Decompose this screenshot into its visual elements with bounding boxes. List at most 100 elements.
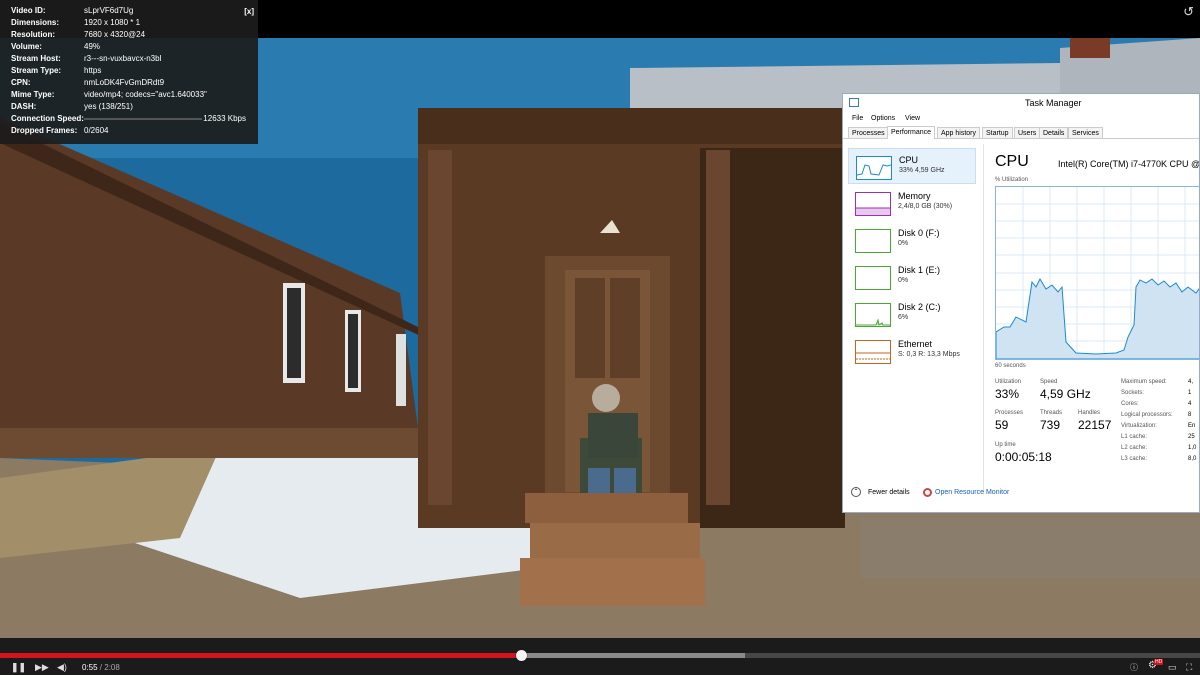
stats-key: Video ID: xyxy=(11,6,46,15)
stats-row: Stream Host: r3---sn-vuxbavcx-n3bl xyxy=(11,53,252,65)
stats-key: Dimensions: xyxy=(11,18,60,27)
stat-value: 22157 xyxy=(1078,418,1112,432)
spec-row: Sockets: 1 xyxy=(1121,390,1191,396)
cpu-heading: CPU xyxy=(995,153,1029,170)
spec-value: 8,0 xyxy=(1188,456,1197,462)
resource-name: Disk 1 (E:) xyxy=(898,265,941,275)
stats-value: nmLoDK4FvGmDRdt9 xyxy=(84,78,165,87)
info-icon[interactable]: ⓘ xyxy=(1130,662,1138,673)
stats-value: yes (138/251) xyxy=(84,102,133,111)
stats-value: sLprVF6d7Ug xyxy=(84,6,134,15)
fullscreen-icon[interactable]: ⛶ xyxy=(1186,662,1192,673)
spec-key: L2 cache: xyxy=(1121,445,1148,451)
stats-row: Connection Speed: 12633 Kbps xyxy=(11,113,252,125)
resource-value: 0% xyxy=(898,240,909,247)
stat-value: 0:00:05:18 xyxy=(995,450,1052,464)
resource-disk-2[interactable]: Disk 2 (C:) 6% xyxy=(848,296,976,332)
open-resource-monitor-link[interactable]: Open Resource Monitor xyxy=(935,489,1009,496)
stats-value: 49% xyxy=(84,42,101,51)
spec-row: Logical processors: 8 xyxy=(1121,412,1191,418)
tab-details[interactable]: Details xyxy=(1039,127,1069,138)
tab-users[interactable]: Users xyxy=(1014,127,1041,138)
resource-disk-0[interactable]: Disk 0 (F:) 0% xyxy=(848,222,976,258)
total-time: 2:08 xyxy=(104,663,120,672)
menu-options[interactable]: Options xyxy=(871,115,895,122)
resource-name: Disk 2 (C:) xyxy=(898,302,941,312)
stat-label: Up time xyxy=(995,442,1016,448)
theater-mode-icon[interactable]: ▭ xyxy=(1168,662,1177,673)
spec-key: Logical processors: xyxy=(1121,412,1173,418)
current-time: 0:55 xyxy=(82,663,98,672)
stats-row: CPN: nmLoDK4FvGmDRdt9 xyxy=(11,77,252,89)
resource-disk-1[interactable]: Disk 1 (E:) 0% xyxy=(848,259,976,295)
stats-row: Dimensions: 1920 x 1080 * 1 xyxy=(11,17,252,29)
resource-cpu[interactable]: CPU 33% 4,59 GHz xyxy=(848,148,976,184)
stats-row: Mime Type: video/mp4; codecs="avc1.640033… xyxy=(11,89,252,101)
stats-row: DASH: yes (138/251) xyxy=(11,101,252,113)
task-manager-footer: ⌃ Fewer details Open Resource Monitor xyxy=(843,482,1199,506)
stats-value: 1920 x 1080 * 1 xyxy=(84,18,141,27)
spec-row: Cores: 4 xyxy=(1121,401,1191,407)
tab-app-history[interactable]: App history xyxy=(937,127,981,138)
menu-view[interactable]: View xyxy=(905,115,920,122)
stats-row: Dropped Frames: 0/2604 xyxy=(11,125,252,137)
volume-icon[interactable]: ◀) xyxy=(57,662,67,673)
stat-label: Processes xyxy=(995,410,1024,416)
stats-key: Dropped Frames: xyxy=(11,126,78,135)
cpu-thumbnail-graph xyxy=(856,156,892,180)
pane-divider xyxy=(983,144,984,494)
stat-value: 59 xyxy=(995,418,1009,432)
stats-row: Volume: 49% xyxy=(11,41,252,53)
stats-key: DASH: xyxy=(11,102,37,111)
fewer-details-link[interactable]: Fewer details xyxy=(868,489,910,496)
menu-file[interactable]: File xyxy=(852,115,863,122)
stat-value: 4,59 GHz xyxy=(1040,387,1091,401)
stats-key: CPN: xyxy=(11,78,31,87)
tab-processes[interactable]: Processes xyxy=(848,127,889,138)
stat-value: 33% xyxy=(995,387,1020,401)
stats-key: Mime Type: xyxy=(11,90,55,99)
cpu-detail-pane: CPU Intel(R) Core(TM) i7-4770K CPU @ % U… xyxy=(990,146,1199,506)
stats-value: 12633 Kbps xyxy=(203,114,246,123)
spec-row: Maximum speed: 4, xyxy=(1121,379,1193,385)
stats-value: 7680 x 4320@24 xyxy=(84,30,146,39)
spec-value: 8 xyxy=(1188,412,1192,418)
stats-key: Resolution: xyxy=(11,30,55,39)
player-controls: ❚❚ ▶▶ ◀) 0:55 / 2:08 ⓘ ⚙ HD ▭ ⛶ xyxy=(0,638,1200,675)
stat-label: Utilization xyxy=(995,379,1022,385)
progress-bar[interactable] xyxy=(0,650,1200,661)
spec-value: 4 xyxy=(1188,401,1192,407)
spec-value: En xyxy=(1188,423,1196,429)
spec-value: 1,0 xyxy=(1188,445,1197,451)
share-icon[interactable]: ↺ xyxy=(1183,4,1194,20)
resource-ethernet[interactable]: Ethernet S: 0,3 R: 13,3 Mbps xyxy=(848,333,976,369)
task-manager-icon xyxy=(849,98,859,107)
next-icon[interactable]: ▶▶ xyxy=(35,662,49,673)
resource-value: 6% xyxy=(898,314,909,321)
tab-startup[interactable]: Startup xyxy=(982,127,1013,138)
stats-for-nerds-panel: [x] Video ID: sLprVF6d7Ug Dimensions: 1920… xyxy=(0,0,258,144)
stat-label: Handles xyxy=(1078,410,1101,416)
spec-value: 4, xyxy=(1188,379,1194,385)
utilization-stat: Utilization 33% xyxy=(995,379,1021,401)
resource-name: CPU xyxy=(899,155,919,165)
tab-bar: Processes Performance App history Startu… xyxy=(843,126,1199,139)
stats-value: https xyxy=(84,66,102,75)
menu-bar: File Options View xyxy=(843,112,1199,126)
tab-services[interactable]: Services xyxy=(1068,127,1103,138)
stat-value: 739 xyxy=(1040,418,1061,432)
spec-key: L1 cache: xyxy=(1121,434,1148,440)
tab-performance[interactable]: Performance xyxy=(887,126,936,139)
spec-value: 25 xyxy=(1188,434,1195,440)
cpu-utilization-graph xyxy=(995,186,1199,360)
resource-name: Memory xyxy=(898,191,931,201)
resource-memory[interactable]: Memory 2,4/8,0 GB (30%) xyxy=(848,185,976,221)
chevron-up-icon[interactable]: ⌃ xyxy=(851,487,861,497)
stats-key: Stream Host: xyxy=(11,54,61,63)
stats-row: Video ID: sLprVF6d7Ug xyxy=(11,5,252,17)
pause-icon[interactable]: ❚❚ xyxy=(11,662,26,673)
resource-monitor-icon xyxy=(923,488,932,497)
spec-row: Virtualization: En xyxy=(1121,423,1195,429)
title-bar[interactable]: Task Manager xyxy=(843,94,1199,112)
window-title: Task Manager xyxy=(1025,98,1082,108)
